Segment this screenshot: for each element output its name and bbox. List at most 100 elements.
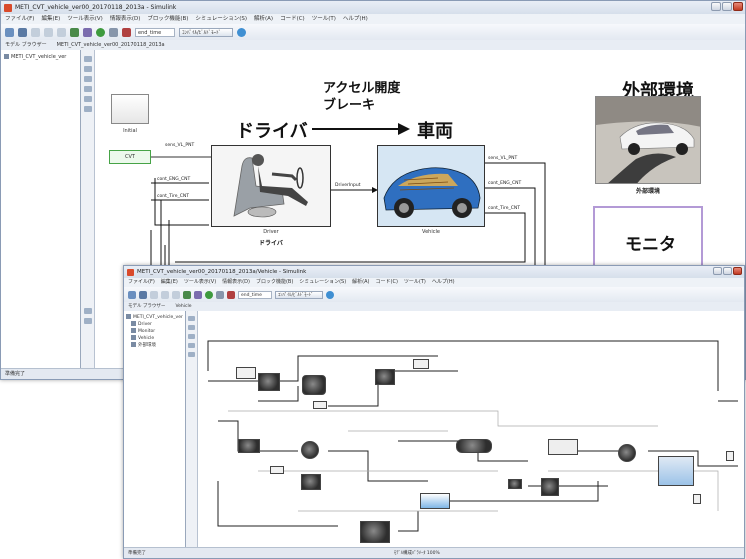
tab-vehicle[interactable]: Vehicle xyxy=(175,302,191,311)
menu-file[interactable]: ファイル(F) xyxy=(128,278,155,287)
initial-block[interactable] xyxy=(111,94,149,124)
menu-block[interactable]: ブロック機能(B) xyxy=(147,14,188,24)
menu-tools[interactable]: ツール(T) xyxy=(404,278,426,287)
output-port[interactable] xyxy=(693,494,701,504)
area-icon[interactable] xyxy=(84,106,92,112)
zoom-in-icon[interactable] xyxy=(84,56,92,62)
stop-icon[interactable] xyxy=(122,27,131,37)
green-input-block[interactable]: CVT xyxy=(109,150,151,164)
menu-block[interactable]: ブロック機能(B) xyxy=(256,278,293,287)
library-icon[interactable] xyxy=(70,27,79,37)
differential-block[interactable] xyxy=(618,444,636,462)
run-icon[interactable] xyxy=(96,27,105,37)
fit-view-icon[interactable] xyxy=(188,334,195,339)
engine-block[interactable] xyxy=(258,373,280,391)
image-icon[interactable] xyxy=(188,352,195,357)
explorer-bar-icon[interactable] xyxy=(84,308,92,314)
motor-block[interactable] xyxy=(301,441,319,459)
menu-analysis[interactable]: 解析(A) xyxy=(352,278,369,287)
controller-block[interactable] xyxy=(375,369,395,385)
model-advisor-icon[interactable] xyxy=(237,27,246,37)
brake-block[interactable] xyxy=(541,478,559,496)
fit-view-icon[interactable] xyxy=(84,76,92,82)
new-model-icon[interactable] xyxy=(128,290,136,299)
menu-tools[interactable]: ツール(T) xyxy=(312,14,336,24)
tree-item[interactable]: 外部環境 xyxy=(126,342,183,349)
maximize-button[interactable] xyxy=(723,267,732,275)
menu-view[interactable]: ツール表示(V) xyxy=(184,278,216,287)
tree-item[interactable]: Vehicle xyxy=(126,335,183,342)
minimize-button[interactable] xyxy=(711,2,721,11)
environment-photo[interactable] xyxy=(595,96,701,184)
save-icon[interactable] xyxy=(18,27,27,37)
forward-icon[interactable] xyxy=(44,27,53,37)
transmission-block[interactable] xyxy=(456,439,492,453)
menu-display[interactable]: 情報表示(D) xyxy=(110,14,141,24)
menu-help[interactable]: ヘルプ(H) xyxy=(432,278,455,287)
subsystem-block[interactable] xyxy=(413,359,429,369)
back-icon[interactable] xyxy=(31,27,40,37)
back-icon[interactable] xyxy=(150,290,158,299)
stop-time-field[interactable]: end_time xyxy=(238,290,272,299)
menu-analysis[interactable]: 解析(A) xyxy=(254,14,273,24)
step-icon[interactable] xyxy=(109,27,118,37)
zoom-in-icon[interactable] xyxy=(188,316,195,321)
maximize-button[interactable] xyxy=(722,2,732,11)
actuator-block[interactable] xyxy=(301,474,321,490)
driver-block[interactable] xyxy=(211,145,331,227)
subsystem-block[interactable] xyxy=(270,466,284,474)
menu-view[interactable]: ツール表示(V) xyxy=(67,14,103,24)
minimize-button[interactable] xyxy=(713,267,722,275)
menu-edit[interactable]: 編集(E) xyxy=(161,278,178,287)
engine-block-2[interactable] xyxy=(302,375,326,395)
settings-icon[interactable] xyxy=(83,27,92,37)
stop-time-field[interactable]: end_time xyxy=(135,27,175,37)
subsystem-block[interactable] xyxy=(313,401,327,409)
zoom-out-icon[interactable] xyxy=(84,66,92,72)
menu-file[interactable]: ファイル(F) xyxy=(5,14,34,24)
close-button[interactable] xyxy=(733,2,743,11)
menu-code[interactable]: コード(C) xyxy=(280,14,305,24)
menu-simulation[interactable]: シミュレーション(S) xyxy=(195,14,247,24)
tab-model[interactable]: METI_CVT_vehicle_ver00_20170118_2013a xyxy=(57,40,165,50)
new-model-icon[interactable] xyxy=(5,27,14,37)
close-button[interactable] xyxy=(733,267,742,275)
settings-icon[interactable] xyxy=(194,290,202,299)
expand-icon[interactable] xyxy=(84,318,92,324)
tree-item[interactable]: Driver xyxy=(126,321,183,328)
stop-icon[interactable] xyxy=(227,290,235,299)
menu-code[interactable]: コード(C) xyxy=(376,278,398,287)
forward-icon[interactable] xyxy=(161,290,169,299)
up-icon[interactable] xyxy=(57,27,66,37)
up-icon[interactable] xyxy=(172,290,180,299)
vehicle-block[interactable] xyxy=(377,145,485,227)
save-icon[interactable] xyxy=(139,290,147,299)
menu-edit[interactable]: 編集(E) xyxy=(41,14,60,24)
driveshaft-block[interactable] xyxy=(548,439,578,455)
image-icon[interactable] xyxy=(84,96,92,102)
subsystem-block[interactable] xyxy=(236,367,256,379)
output-port[interactable] xyxy=(726,451,734,461)
ecu-block[interactable] xyxy=(238,439,260,453)
vehicle-body-block[interactable] xyxy=(658,456,694,486)
step-icon[interactable] xyxy=(216,290,224,299)
run-icon[interactable] xyxy=(205,290,213,299)
tree-item[interactable]: Monitor xyxy=(126,328,183,335)
annotation-icon[interactable] xyxy=(188,343,195,348)
battery-block[interactable] xyxy=(360,521,390,543)
menu-simulation[interactable]: シミュレーション(S) xyxy=(299,278,346,287)
simulation-mode-dropdown[interactable]: ｺﾝﾊﾟｲﾙ/ﾋﾞﾙﾄﾞﾓｰﾄﾞ xyxy=(275,290,323,299)
tree-item[interactable]: METI_CVT_vehicle_ver xyxy=(126,314,183,321)
zoom-out-icon[interactable] xyxy=(188,325,195,330)
annotation-icon[interactable] xyxy=(84,86,92,92)
vehicle-subsystem-canvas[interactable] xyxy=(198,311,744,549)
sensor-block[interactable] xyxy=(508,479,522,489)
menu-help[interactable]: ヘルプ(H) xyxy=(343,14,368,24)
model-browser-panel: METI_CVT_vehicle_ver xyxy=(1,50,81,370)
vehicle-image-block[interactable] xyxy=(420,493,450,509)
library-icon[interactable] xyxy=(183,290,191,299)
menu-display[interactable]: 情報表示(D) xyxy=(222,278,250,287)
model-advisor-icon[interactable] xyxy=(326,290,334,299)
simulation-mode-dropdown[interactable]: ｺﾝﾊﾟｲﾙ/ﾋﾞﾙﾄﾞﾓｰﾄﾞ xyxy=(179,27,233,37)
tree-root[interactable]: METI_CVT_vehicle_ver xyxy=(4,54,77,61)
